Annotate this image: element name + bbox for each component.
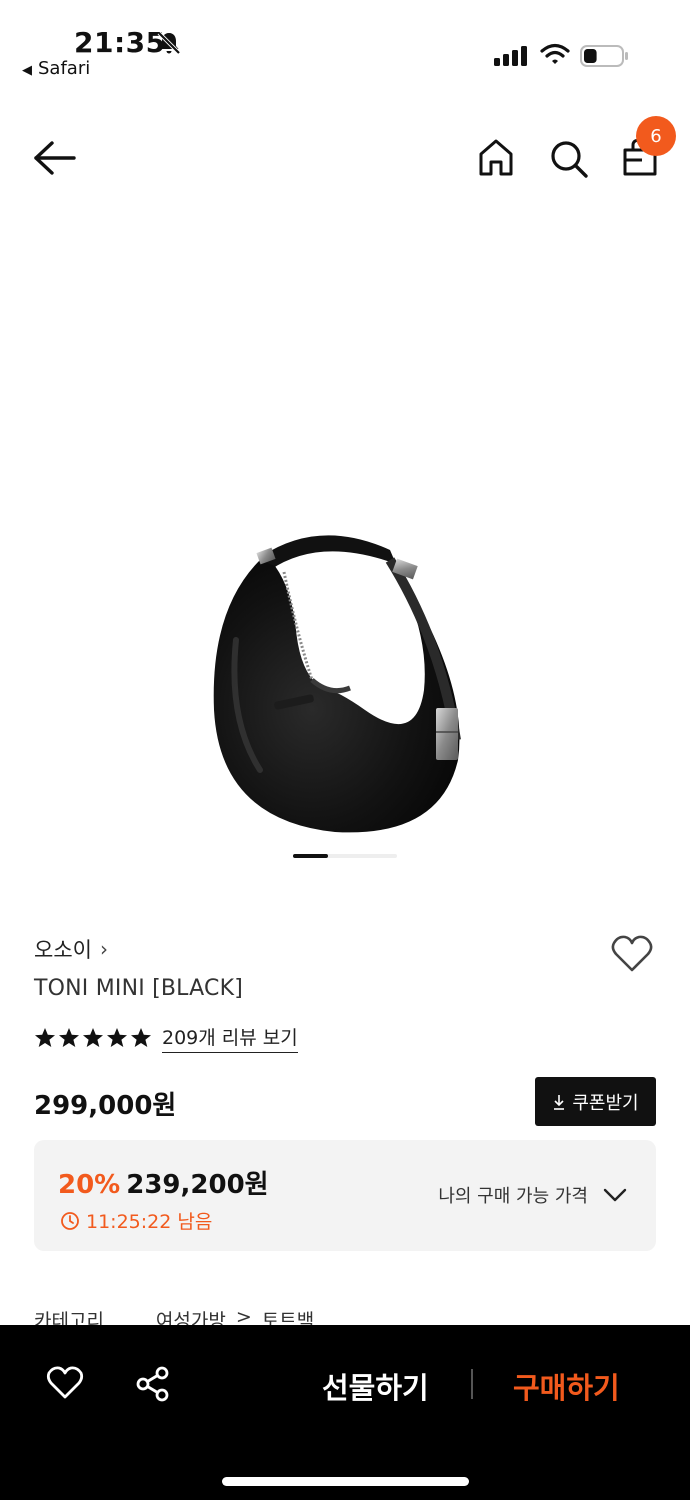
review-link[interactable]: 209개 리뷰 보기 [162,1023,298,1053]
star-icon [107,1028,127,1047]
star-rating [34,1027,152,1049]
heart-icon[interactable] [46,1365,84,1401]
my-price-toggle[interactable]: 나의 구매 가능 가격 [438,1182,628,1208]
clock-icon [61,1211,79,1230]
product-title: TONI MINI [BLACK] [34,976,243,1001]
back-triangle-icon: ◀ [22,63,32,78]
download-icon [554,1094,565,1110]
star-icon [59,1028,79,1047]
chevron-right-icon: › [99,937,108,961]
rating-row: 209개 리뷰 보기 [34,1023,298,1053]
image-carousel-indicator [293,854,397,858]
buy-button[interactable]: 구매하기 [513,1365,620,1407]
discount-percent: 20% [58,1170,121,1200]
battery-icon [580,45,628,67]
bottom-action-bar: 선물하기 구매하기 [0,1325,690,1500]
sale-price: 239,200원 [126,1170,269,1200]
heart-icon[interactable] [610,934,654,974]
back-app-label: Safari [38,58,91,79]
original-price: 299,000원 [34,1091,177,1121]
gift-button[interactable]: 선물하기 [322,1365,429,1407]
coupon-button[interactable]: 쿠폰받기 [535,1077,656,1126]
brand-name: 오소이 [34,938,92,962]
brand-link[interactable]: 오소이 › [34,934,108,964]
star-icon [131,1028,151,1047]
star-icon [35,1028,55,1047]
share-icon[interactable] [134,1365,172,1403]
coupon-label: 쿠폰받기 [572,1092,639,1114]
my-price-label: 나의 구매 가능 가격 [438,1186,588,1207]
home-icon[interactable] [476,136,516,180]
action-divider [471,1369,473,1399]
cart-count-badge[interactable]: 6 [636,116,676,156]
product-image[interactable] [200,520,490,840]
mute-bell-icon [157,31,181,55]
discount-offer-box[interactable]: 20% 239,200원 11:25:22 남음 나의 구매 가능 가격 [34,1140,656,1251]
status-bar: 21:35 ◀ Safari [0,0,690,90]
timer-text: 11:25:22 남음 [86,1211,213,1233]
chevron-down-icon [603,1188,627,1202]
search-icon[interactable] [548,136,590,180]
back-arrow-icon[interactable] [32,138,78,178]
home-indicator[interactable] [222,1477,469,1486]
status-time: 21:35 [74,26,166,59]
countdown-timer: 11:25:22 남음 [60,1207,212,1234]
carousel-indicator-active [293,854,328,858]
back-to-app-link[interactable]: ◀ Safari [22,58,90,79]
wifi-icon [540,43,570,64]
star-icon [83,1028,103,1047]
signal-icon [494,46,527,66]
discount-line: 20% 239,200원 [58,1164,269,1201]
